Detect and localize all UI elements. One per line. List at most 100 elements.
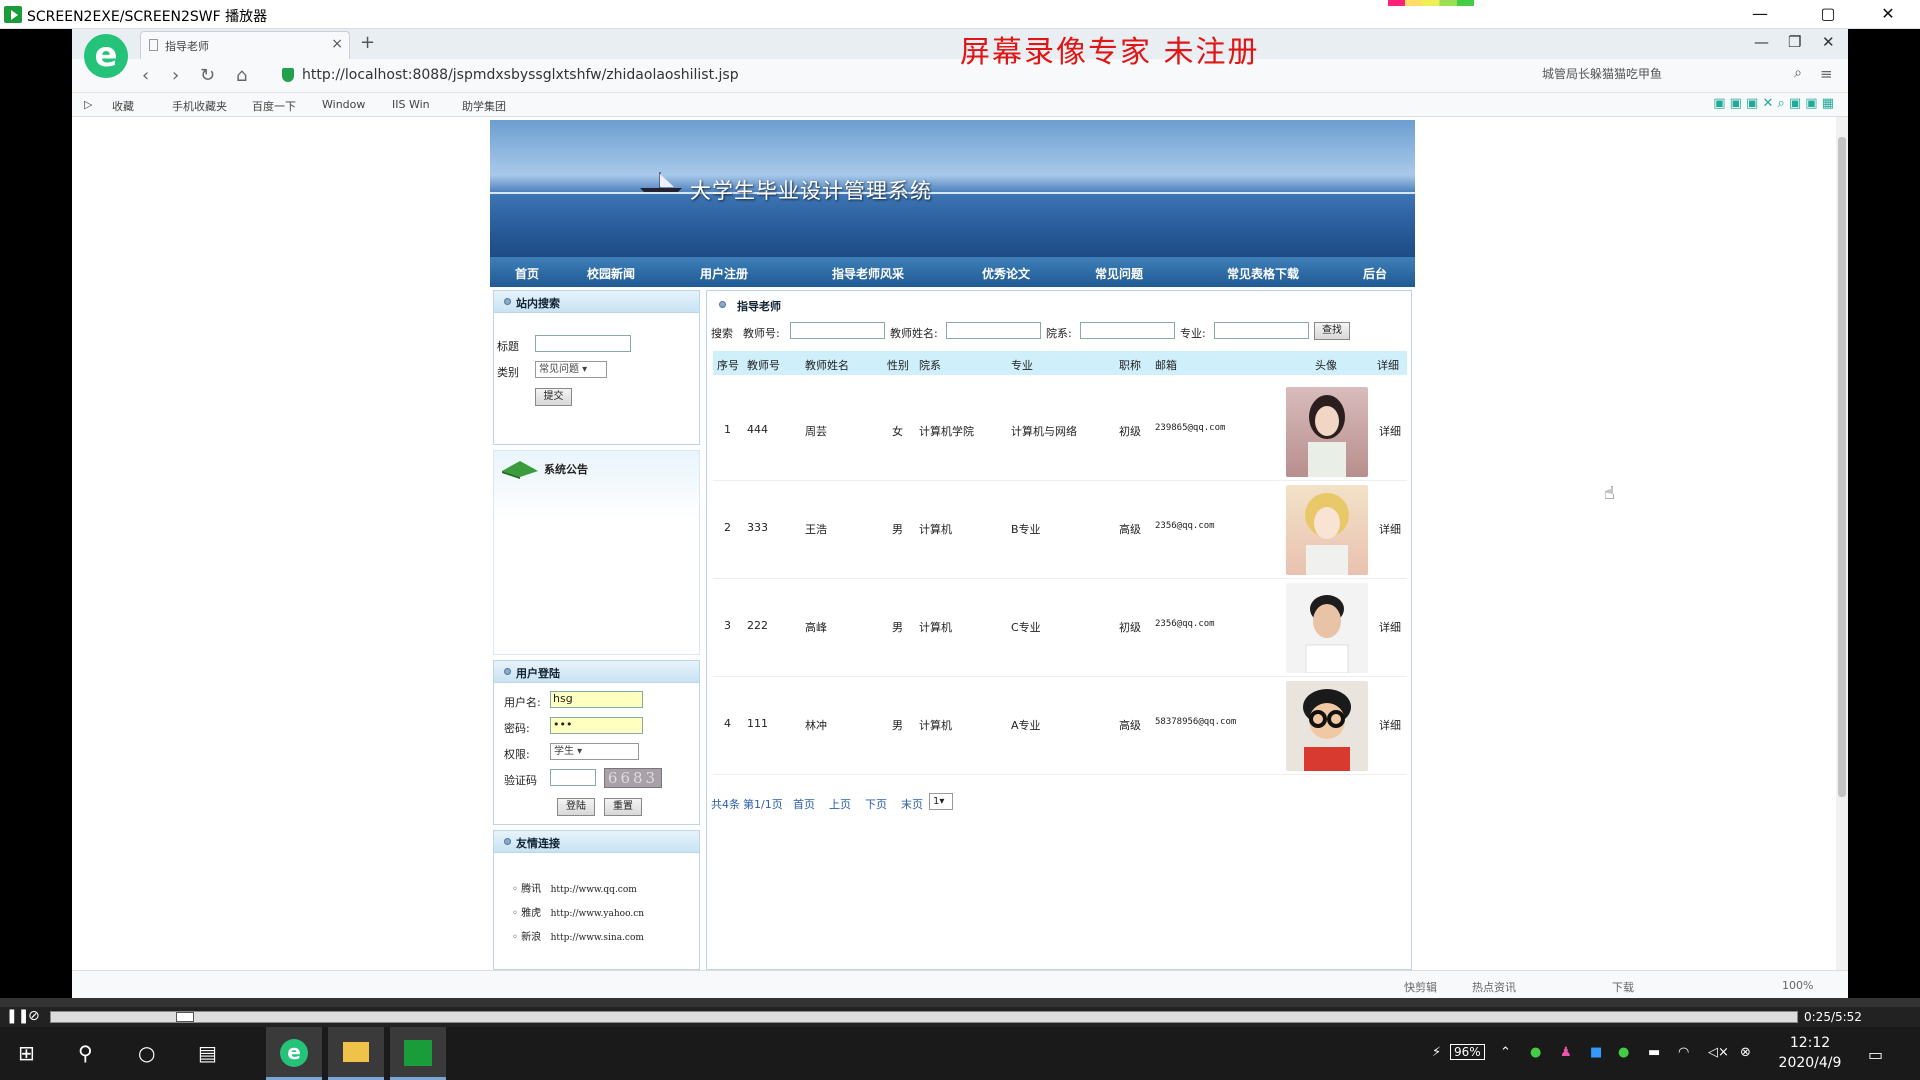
major-input[interactable] [1214,322,1309,339]
browser-logo-icon[interactable]: e [84,34,128,78]
wechat-icon[interactable]: ● [1618,1045,1629,1060]
status-kuaijianji[interactable]: 快剪辑 [1404,979,1437,995]
bookmark-favorites[interactable]: 收藏 [112,98,134,114]
pause-icon[interactable]: ❚❚ [6,1008,29,1024]
taskbar-browser[interactable]: e [266,1027,322,1080]
th-gender: 性别 [887,359,909,372]
menu-home[interactable]: 首页 [515,265,539,282]
pager-prev[interactable]: 上页 [829,796,851,812]
new-tab-button[interactable]: + [360,32,375,53]
security-icon[interactable]: ● [1530,1045,1541,1060]
username-input[interactable]: hsg [550,691,643,708]
bookmark-zhuxue[interactable]: 助学集团 [462,98,506,114]
menu-news[interactable]: 校园新闻 [587,265,635,282]
status-hot-news[interactable]: 热点资讯 [1472,979,1516,995]
task-view-icon[interactable]: ▤ [198,1041,217,1065]
taskbar-explorer[interactable] [328,1027,384,1080]
wifi-icon[interactable]: ◠ [1678,1045,1689,1060]
url-text[interactable]: http://localhost:8088/jspmdxsbyssglxtshf… [302,67,739,83]
seek-bar[interactable] [50,1011,1798,1023]
type-select[interactable]: 常见问题 ▾ [535,361,607,378]
app-tray-icon[interactable]: ■ [1590,1045,1602,1060]
tab-active[interactable]: 指导老师 × [140,31,350,59]
detail-link[interactable]: 详细 [1379,619,1401,635]
minimize-button[interactable]: — [1740,3,1780,25]
browser-minimize-button[interactable]: — [1754,33,1769,51]
vertical-scrollbar[interactable] [1836,117,1848,970]
close-tab-icon[interactable]: × [331,36,343,52]
battery-level[interactable]: 96% [1450,1044,1485,1060]
login-button[interactable]: 登陆 [557,798,595,816]
menu-downloads[interactable]: 常见表格下载 [1227,265,1299,282]
stop-icon[interactable]: ⊘ [28,1008,40,1024]
submit-button[interactable]: 提交 [535,388,572,406]
scroll-thumb[interactable] [1838,137,1846,797]
pager-next[interactable]: 下页 [865,796,887,812]
pager-first[interactable]: 首页 [793,796,815,812]
plug-icon[interactable]: ⚡ [1432,1045,1441,1060]
browser-search-box[interactable]: 城管局长躲猫猫吃甲鱼 ⌕ [1542,65,1812,87]
address-bar[interactable]: http://localhost:8088/jspmdxsbyssglxtshf… [280,64,1460,88]
bookmark-baidu[interactable]: 百度一下 [252,98,296,114]
cell-teacher-no: 444 [747,423,768,436]
reset-button[interactable]: 重置 [604,798,642,816]
page-icon [149,39,158,51]
bookmark-iis[interactable]: IIS Win [392,98,430,111]
seek-handle[interactable] [176,1012,194,1022]
title-input[interactable] [535,335,631,352]
ime-icon[interactable]: ♟ [1560,1045,1572,1060]
menu-teachers[interactable]: 指导老师风采 [832,265,904,282]
link-qq[interactable]: ◦ 腾讯 http://www.qq.com [512,880,637,895]
find-button[interactable]: 查找 [1314,322,1350,340]
teacher-name-input[interactable] [946,322,1041,339]
browser-close-button[interactable]: ✕ [1822,33,1835,51]
close-circle-icon[interactable]: ⊗ [1740,1045,1751,1060]
department-input[interactable] [1080,322,1175,339]
menu-faq[interactable]: 常见问题 [1095,265,1143,282]
menu-admin[interactable]: 后台 [1363,265,1387,282]
bookmark-window[interactable]: Window [322,98,365,111]
notification-icon[interactable]: ▭ [1868,1045,1883,1064]
page-select[interactable]: 1▾ [929,793,953,810]
start-icon[interactable]: ⊞ [18,1041,35,1065]
forward-icon[interactable]: › [172,65,179,86]
detail-link[interactable]: 详细 [1379,717,1401,733]
menu-papers[interactable]: 优秀论文 [982,265,1030,282]
browser-restore-button[interactable]: ❐ [1788,33,1801,51]
detail-link[interactable]: 详细 [1379,521,1401,537]
detail-link[interactable]: 详细 [1379,423,1401,439]
link-sina[interactable]: ◦ 新浪 http://www.sina.com [512,928,644,943]
login-panel: 用户登陆 用户名: hsg 密码: ••• 权限: 学生 ▾ 验证码 6683 … [493,660,700,825]
cell-department: 计算机 [919,523,952,536]
home-icon[interactable]: ⌂ [236,65,247,86]
teacher-no-input[interactable] [790,322,885,339]
link-yahoo[interactable]: ◦ 雅虎 http://www.yahoo.cn [512,904,644,919]
type-label: 类别 [497,366,519,379]
volume-icon[interactable]: ◁× [1708,1045,1729,1060]
status-download[interactable]: 下载 [1612,979,1634,995]
menu-icon[interactable]: ≡ [1820,65,1833,83]
book-icon [502,461,538,479]
chevron-up-icon[interactable]: ⌃ [1500,1045,1511,1060]
status-zoom[interactable]: 100% [1782,979,1813,992]
search-icon[interactable]: ⌕ [1794,65,1802,81]
cell-email: 58378956@qq.com [1155,717,1237,727]
refresh-icon[interactable]: ↻ [200,65,215,86]
password-input[interactable]: ••• [550,717,643,734]
extension-icons[interactable]: ▣ ▣ ▣ ✕ ⌕ ▣ ▣ ▦ [1713,96,1834,111]
menu-register[interactable]: 用户注册 [700,265,748,282]
pager-last[interactable]: 末页 [901,796,923,812]
cortana-icon[interactable]: ○ [138,1041,155,1065]
captcha-input[interactable] [550,769,596,786]
bookmark-mobile[interactable]: 手机收藏夹 [172,98,227,114]
search-icon[interactable]: ⚲ [78,1041,93,1065]
maximize-button[interactable]: ▢ [1808,3,1848,25]
search-suggestion[interactable]: 城管局长躲猫猫吃甲鱼 [1542,67,1662,81]
sidebar-toggle-icon[interactable]: ▷ [84,98,92,111]
back-icon[interactable]: ‹ [142,65,149,86]
power-icon[interactable]: ▬ [1648,1045,1660,1060]
close-button[interactable]: ✕ [1868,3,1908,25]
clock[interactable]: 12:12 2020/4/9 [1770,1033,1850,1073]
taskbar-player[interactable] [390,1027,446,1080]
role-select[interactable]: 学生 ▾ [550,743,639,760]
